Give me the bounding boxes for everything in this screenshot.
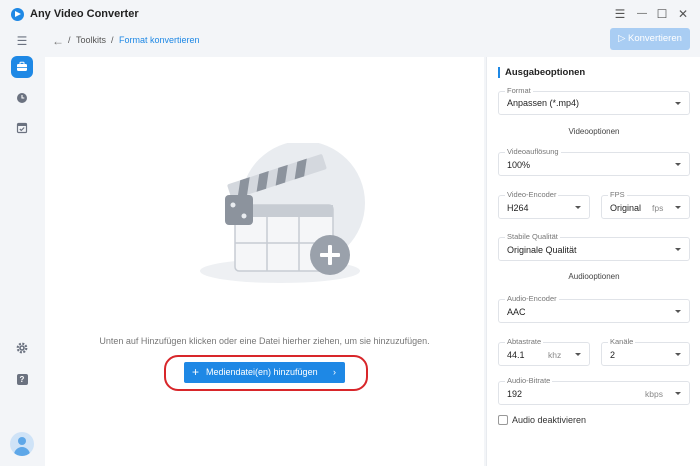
- help-icon: ?: [16, 374, 28, 385]
- chevron-down-icon: [675, 163, 681, 166]
- video-options-heading: Videooptionen: [568, 127, 620, 136]
- menu-icon[interactable]: ☰: [612, 6, 628, 22]
- audio-bitrate-unit: kbps: [645, 389, 663, 399]
- fps-unit: fps: [652, 203, 664, 213]
- chevron-right-icon: ›: [333, 367, 336, 377]
- video-encoder-label: Video-Encoder: [505, 190, 559, 200]
- avatar[interactable]: [10, 432, 34, 456]
- panel-title: Ausgabeoptionen: [498, 67, 585, 78]
- breadcrumb-separator: /: [68, 35, 71, 45]
- video-clapper-illustration: [200, 143, 365, 283]
- back-arrow-icon[interactable]: ←: [52, 34, 64, 48]
- maximize-button[interactable]: ☐: [654, 6, 670, 22]
- output-options-panel: Ausgabeoptionen Format Anpassen (*.mp4) …: [486, 57, 700, 466]
- resolution-value: 100%: [507, 160, 531, 170]
- sidebar-item-settings[interactable]: [12, 338, 32, 358]
- gear-icon: [16, 342, 28, 354]
- audio-encoder-value: AAC: [507, 307, 526, 317]
- breadcrumb-toolkits[interactable]: Toolkits: [76, 35, 106, 45]
- sample-rate-unit: khz: [548, 350, 562, 360]
- app-logo-icon: [11, 8, 24, 21]
- sidebar-item-history[interactable]: [12, 88, 32, 108]
- convert-button-label: Konvertieren: [628, 33, 682, 44]
- chevron-down-icon: [675, 353, 681, 356]
- sample-rate-select[interactable]: Abtastrate 44.1 khz: [498, 337, 590, 366]
- sample-rate-label: Abtastrate: [505, 337, 544, 347]
- channels-label: Kanäle: [608, 337, 636, 347]
- add-media-button[interactable]: + Mediendatei(en) hinzufügen ›: [184, 362, 345, 383]
- fps-select[interactable]: FPS Original fps: [601, 190, 690, 219]
- breadcrumb-separator: /: [111, 35, 114, 45]
- audio-options-heading: Audiooptionen: [568, 272, 620, 281]
- clock-icon: [17, 93, 27, 103]
- audio-encoder-label: Audio-Encoder: [505, 294, 559, 304]
- format-select[interactable]: Format Anpassen (*.mp4): [498, 86, 690, 115]
- drop-area[interactable]: Unten auf Hinzufügen klicken oder eine D…: [45, 57, 484, 466]
- sidebar-item-help[interactable]: ?: [12, 368, 32, 388]
- quality-value: Originale Qualität: [507, 245, 577, 255]
- convert-button[interactable]: ▷ Konvertieren: [610, 28, 690, 50]
- checklist-icon: [16, 122, 28, 134]
- sidebar: ☰ ?: [0, 28, 44, 466]
- quality-label: Stabile Qualität: [505, 232, 560, 242]
- format-value: Anpassen (*.mp4): [507, 98, 580, 108]
- chevron-down-icon: [675, 248, 681, 251]
- resolution-select[interactable]: Videoauflösung 100%: [498, 147, 690, 176]
- quality-select[interactable]: Stabile Qualität Originale Qualität: [498, 232, 690, 261]
- sample-rate-value: 44.1: [507, 350, 525, 360]
- breadcrumb: ← / Toolkits / Format konvertieren ▷ Kon…: [44, 28, 700, 56]
- channels-select[interactable]: Kanäle 2: [601, 337, 690, 366]
- resolution-label: Videoauflösung: [505, 147, 561, 157]
- close-button[interactable]: ✕: [675, 6, 691, 22]
- format-label: Format: [505, 86, 533, 96]
- briefcase-icon: [17, 61, 27, 71]
- chevron-down-icon: [675, 206, 681, 209]
- breadcrumb-current: Format konvertieren: [119, 35, 200, 45]
- add-media-label: Mediendatei(en) hinzufügen: [206, 367, 318, 377]
- video-encoder-value: H264: [507, 203, 529, 213]
- disable-audio-checkbox[interactable]: [498, 415, 508, 425]
- chevron-down-icon: [675, 310, 681, 313]
- fps-value: Original: [610, 203, 642, 213]
- add-button-highlight: + Mediendatei(en) hinzufügen ›: [164, 355, 368, 391]
- chevron-down-icon: [675, 392, 681, 395]
- sidebar-collapse-icon[interactable]: ☰: [12, 31, 32, 51]
- audio-bitrate-label: Audio-Bitrate: [505, 376, 553, 386]
- plus-icon: +: [192, 365, 200, 379]
- drop-hint: Unten auf Hinzufügen klicken oder eine D…: [99, 336, 430, 346]
- channels-value: 2: [610, 350, 616, 360]
- sidebar-item-toolkits[interactable]: [11, 56, 33, 78]
- app-title: Any Video Converter: [30, 8, 139, 20]
- fps-label: FPS: [608, 190, 627, 200]
- audio-encoder-select[interactable]: Audio-Encoder AAC: [498, 294, 690, 323]
- chevron-down-icon: [575, 206, 581, 209]
- play-icon: ▷: [618, 33, 626, 44]
- title-bar: Any Video Converter ☰ — ☐ ✕: [0, 0, 700, 28]
- disable-audio-label: Audio deaktivieren: [512, 415, 587, 425]
- sidebar-item-tasks[interactable]: [12, 118, 32, 138]
- video-encoder-select[interactable]: Video-Encoder H264: [498, 190, 590, 219]
- chevron-down-icon: [575, 353, 581, 356]
- audio-bitrate-select[interactable]: Audio-Bitrate 192 kbps: [498, 376, 690, 405]
- minimize-button[interactable]: —: [634, 6, 650, 22]
- audio-bitrate-value: 192: [507, 389, 523, 399]
- chevron-down-icon: [675, 102, 681, 105]
